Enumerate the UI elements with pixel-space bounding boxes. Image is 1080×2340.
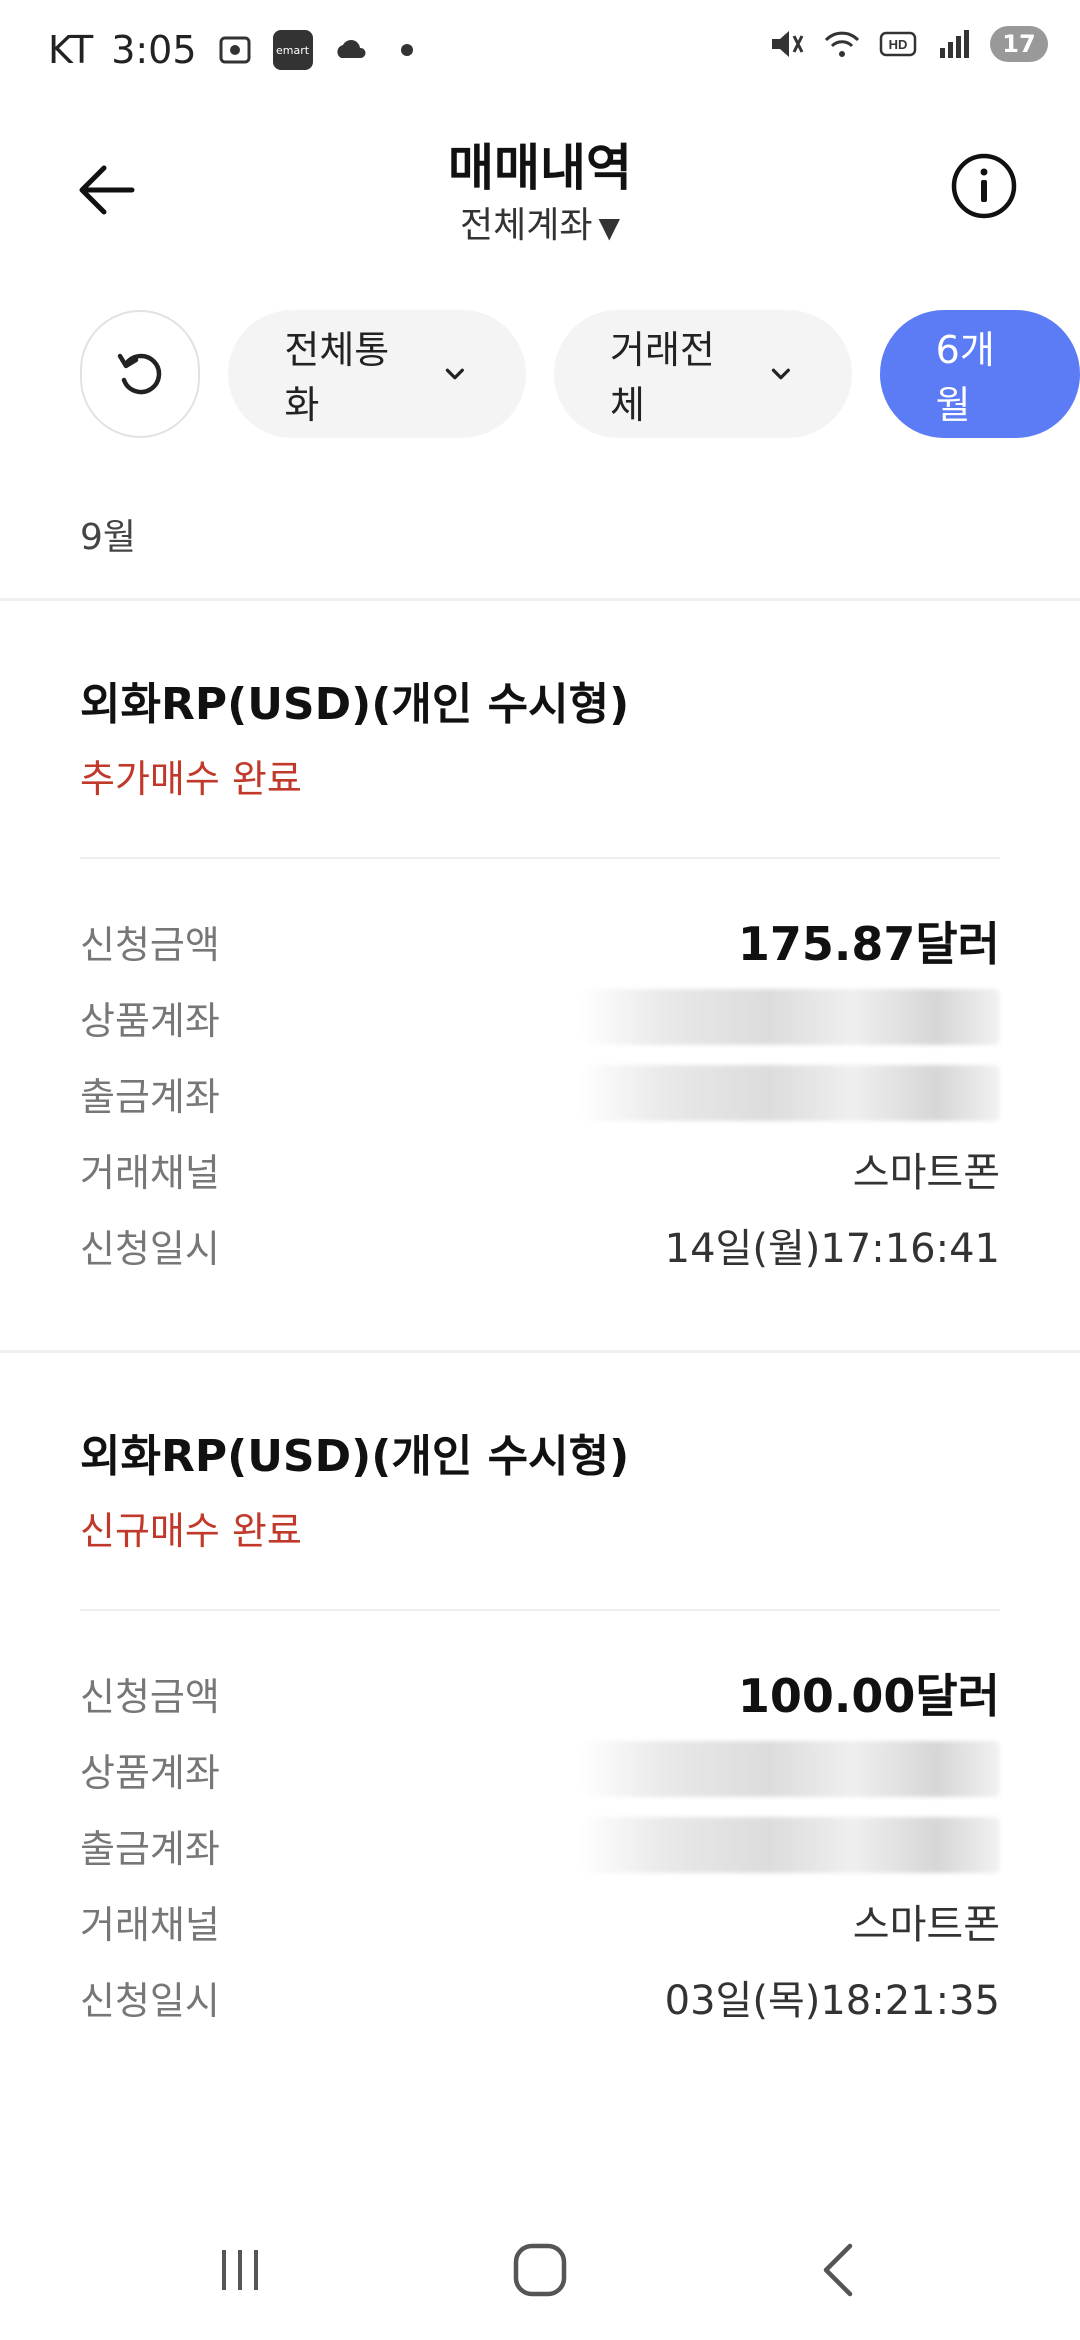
wifi-icon xyxy=(824,31,860,57)
detail-label: 거래채널 xyxy=(80,1150,220,1195)
trade-filter-chip[interactable]: 거래전체 xyxy=(554,310,852,438)
detail-label: 출금계좌 xyxy=(80,1074,220,1119)
redacted-account-number xyxy=(580,1065,1000,1121)
chevron-left-icon xyxy=(823,2243,853,2297)
signal-icon xyxy=(940,30,969,58)
channel-value: 스마트폰 xyxy=(852,1150,1000,1196)
product-title: 외화RP(USD)(개인 수시형) xyxy=(80,679,630,730)
datetime-value: 03일(목)18:21:35 xyxy=(664,1978,1000,2024)
redacted-account-number xyxy=(580,1817,1000,1873)
detail-row-channel: 거래채널 스마트폰 xyxy=(80,1131,1000,1207)
detail-label: 신청일시 xyxy=(80,1978,220,2023)
info-icon xyxy=(951,153,1017,219)
trade-card[interactable]: 외화RP(USD)(개인 수시형) 신규매수 완료 신청금액 100.00달러 … xyxy=(80,1420,1000,2035)
status-bar: KT 3:05 emart HD 17 xyxy=(0,0,1080,100)
detail-row-withdraw-account: 출금계좌 xyxy=(80,1807,1000,1883)
detail-label: 신청금액 xyxy=(80,922,220,967)
battery-icon: 17 xyxy=(990,26,1048,62)
trade-status: 추가매수 완료 xyxy=(80,757,302,801)
notification-dot-icon xyxy=(400,44,413,56)
caret-down-icon: ▼ xyxy=(598,211,621,244)
channel-value: 스마트폰 xyxy=(852,1902,1000,1948)
detail-rows: 신청금액 175.87달러 상품계좌 출금계좌 거래채널 스마트폰 신청일시 1… xyxy=(80,903,1000,1283)
redacted-account-number xyxy=(580,1741,1000,1797)
detail-row-amount: 신청금액 175.87달러 xyxy=(80,903,1000,979)
detail-row-product-account: 상품계좌 xyxy=(80,979,1000,1055)
account-selector[interactable]: 전체계좌 ▼ xyxy=(0,196,1080,248)
amount-value: 175.87달러 xyxy=(737,917,1000,971)
recent-apps-button[interactable] xyxy=(190,2220,290,2320)
detail-label: 상품계좌 xyxy=(80,998,220,1043)
home-icon xyxy=(513,2243,567,2297)
card-divider xyxy=(80,1609,1000,1611)
detail-label: 거래채널 xyxy=(80,1902,220,1947)
currency-filter-chip[interactable]: 전체통화 xyxy=(228,310,527,438)
trade-card[interactable]: 외화RP(USD)(개인 수시형) 추가매수 완료 신청금액 175.87달러 … xyxy=(80,668,1000,1283)
redacted-account-number xyxy=(580,989,1000,1045)
back-nav-button[interactable] xyxy=(790,2220,890,2320)
datetime-value: 14일(월)17:16:41 xyxy=(664,1226,1000,1272)
detail-row-withdraw-account: 출금계좌 xyxy=(80,1055,1000,1131)
carrier-label: KT xyxy=(48,28,94,72)
mute-icon xyxy=(772,31,804,57)
detail-row-amount: 신청금액 100.00달러 xyxy=(80,1655,1000,1731)
trade-status: 신규매수 완료 xyxy=(80,1509,302,1553)
detail-row-datetime: 신청일시 03일(목)18:21:35 xyxy=(80,1959,1000,2035)
chevron-down-icon xyxy=(446,368,465,380)
detail-row-channel: 거래채널 스마트폰 xyxy=(80,1883,1000,1959)
account-selector-label: 전체계좌 xyxy=(459,205,593,246)
chevron-down-icon xyxy=(771,368,790,380)
emart-app-icon: emart xyxy=(272,30,313,70)
page-title: 매매내역 xyxy=(448,139,632,197)
detail-label: 출금계좌 xyxy=(80,1826,220,1871)
period-filter-chip[interactable]: 6개월 xyxy=(879,310,1080,438)
detail-label: 신청금액 xyxy=(80,1674,220,1719)
detail-rows: 신청금액 100.00달러 상품계좌 출금계좌 거래채널 스마트폰 신청일시 0… xyxy=(80,1655,1000,2035)
status-left: KT 3:05 emart xyxy=(48,28,413,72)
detail-row-datetime: 신청일시 14일(월)17:16:41 xyxy=(80,1207,1000,1283)
recents-icon xyxy=(222,2250,258,2290)
cloud-icon xyxy=(336,40,366,58)
amount-value: 100.00달러 xyxy=(737,1669,1000,1723)
info-button[interactable] xyxy=(948,150,1020,222)
reset-filter-button[interactable] xyxy=(80,310,201,438)
home-button[interactable] xyxy=(490,2220,590,2320)
detail-label: 신청일시 xyxy=(80,1226,220,1271)
svg-text:HD: HD xyxy=(889,37,908,52)
clock: 3:05 xyxy=(111,28,197,72)
card-divider xyxy=(80,857,1000,859)
section-divider xyxy=(0,1350,1080,1353)
month-section-header: 9월 xyxy=(80,517,137,558)
screenshot-icon xyxy=(219,36,251,64)
detail-row-product-account: 상품계좌 xyxy=(80,1731,1000,1807)
hd-icon: HD xyxy=(879,31,917,57)
refresh-icon xyxy=(117,353,162,395)
filter-bar: 전체통화 거래전체 6개월 xyxy=(80,310,1080,438)
product-title: 외화RP(USD)(개인 수시형) xyxy=(80,1431,630,1482)
section-divider xyxy=(0,598,1080,601)
currency-filter-label: 전체통화 xyxy=(284,328,390,427)
period-filter-label: 6개월 xyxy=(935,328,995,427)
status-right: HD 17 xyxy=(766,24,1048,64)
system-nav-bar xyxy=(0,2220,1080,2320)
detail-label: 상품계좌 xyxy=(80,1750,220,1795)
trade-filter-label: 거래전체 xyxy=(610,328,715,427)
